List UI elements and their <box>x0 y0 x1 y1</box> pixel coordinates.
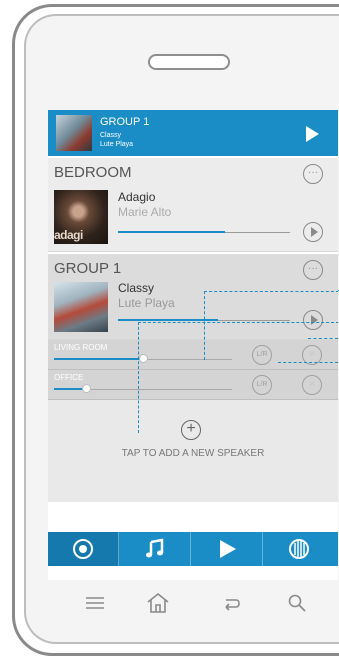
annotation-line <box>308 338 338 339</box>
more-options-icon[interactable]: ··· <box>303 260 323 280</box>
progress-fill <box>118 319 218 321</box>
now-playing-title: GROUP 1 <box>100 116 150 128</box>
add-speaker-label: TAP TO ADD A NEW SPEAKER <box>121 448 265 459</box>
play-icon <box>220 540 236 558</box>
track-title: Adagio <box>118 190 156 204</box>
equalizer-icon <box>289 539 309 559</box>
speaker-name: OFFICE <box>54 373 84 382</box>
tab-settings[interactable] <box>264 532 335 566</box>
music-note-icon <box>146 538 164 558</box>
now-playing-artist: Lute Playa <box>100 141 134 148</box>
annotation-line <box>278 362 338 363</box>
room-bedroom[interactable]: BEDROOM ··· adagi Adagio Marie Alto <box>48 158 338 252</box>
back-icon[interactable] <box>220 592 242 616</box>
tab-music[interactable] <box>120 532 191 566</box>
search-icon[interactable] <box>286 592 308 616</box>
earpiece-slot <box>148 54 230 70</box>
track-artist: Lute Playa <box>118 296 175 310</box>
now-playing-artwork <box>56 115 92 151</box>
progress-fill <box>118 231 225 233</box>
album-art-group <box>54 282 108 332</box>
more-options-icon[interactable]: ··· <box>303 164 323 184</box>
track-artist: Marie Alto <box>118 205 172 219</box>
menu-icon[interactable] <box>84 592 106 616</box>
speaker-icon <box>73 539 93 559</box>
play-button[interactable] <box>303 222 323 242</box>
now-playing-track: Classy <box>100 132 122 139</box>
room-title: BEDROOM <box>54 164 132 181</box>
album-art-text: adagi <box>54 228 83 242</box>
tab-now-playing[interactable] <box>192 532 263 566</box>
volume-fill <box>54 358 143 360</box>
app-screen: GROUP 1 Classy Lute Playa BEDROOM ··· ad… <box>48 110 338 580</box>
track-title: Classy <box>118 281 155 295</box>
home-icon[interactable] <box>146 592 170 616</box>
bottom-tab-bar <box>48 532 338 566</box>
volume-slider-handle[interactable] <box>82 384 92 393</box>
now-playing-bar[interactable]: GROUP 1 Classy Lute Playa <box>48 110 338 156</box>
now-playing-play-icon[interactable] <box>306 126 319 142</box>
room-title: GROUP 1 <box>54 260 122 277</box>
play-icon <box>311 227 318 237</box>
speaker-name: LIVING ROOM <box>54 343 108 352</box>
tab-speakers[interactable] <box>48 532 119 566</box>
album-art-bedroom: adagi <box>54 190 108 244</box>
